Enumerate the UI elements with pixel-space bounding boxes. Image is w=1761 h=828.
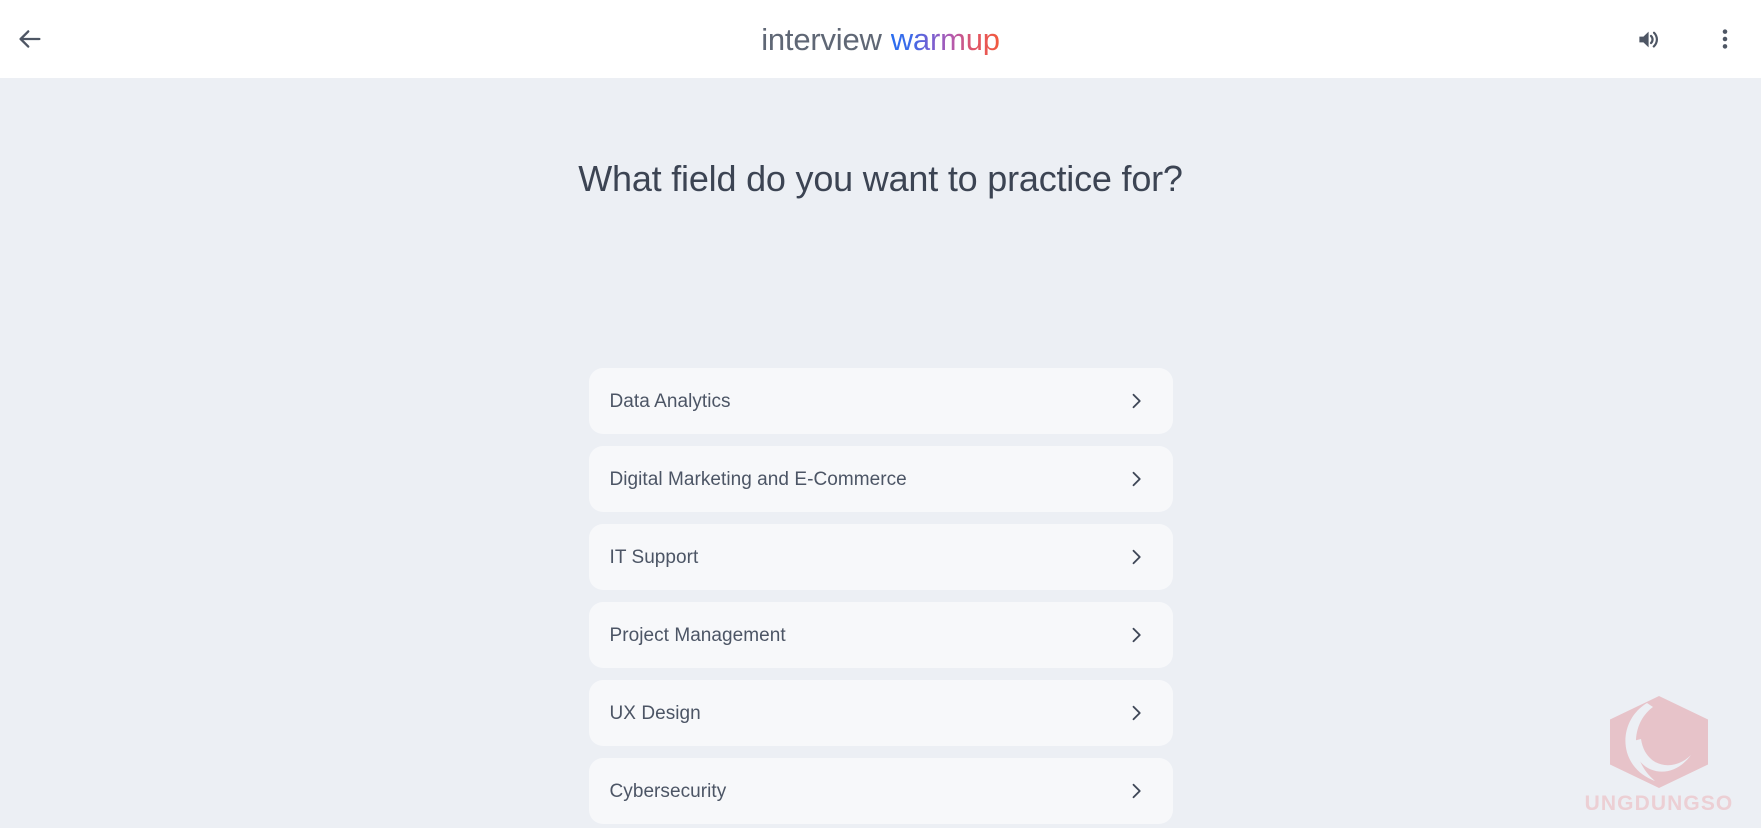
chevron-right-icon <box>1123 778 1149 804</box>
main-content: What field do you want to practice for? … <box>0 78 1761 828</box>
field-option-it-support[interactable]: IT Support <box>588 524 1173 590</box>
top-bar: interview warmup <box>0 0 1761 78</box>
sound-button[interactable] <box>1623 13 1675 65</box>
option-label: Project Management <box>609 624 786 646</box>
more-vert-icon <box>1712 26 1738 52</box>
brand-word-interview: interview <box>761 21 882 57</box>
field-option-data-analytics[interactable]: Data Analytics <box>588 368 1173 434</box>
chevron-right-icon <box>1123 466 1149 492</box>
more-options-button[interactable] <box>1699 13 1751 65</box>
chevron-right-icon <box>1123 622 1149 648</box>
field-option-project-management[interactable]: Project Management <box>588 602 1173 668</box>
option-label: UX Design <box>609 702 701 724</box>
field-options-list: Data Analytics Digital Marketing and E-C… <box>588 368 1173 824</box>
top-bar-right-group <box>1623 0 1751 78</box>
chevron-right-icon <box>1123 700 1149 726</box>
arrow-left-icon <box>16 25 44 53</box>
chevron-right-icon <box>1123 388 1149 414</box>
back-button[interactable] <box>4 13 56 65</box>
hexagon-crescent-logo-icon <box>1603 693 1715 791</box>
watermark: UNGDUNGSO <box>1579 682 1739 814</box>
brand-word-warmup: warmup <box>890 21 1000 57</box>
page-title: What field do you want to practice for? <box>578 158 1183 199</box>
app-root: interview warmup What field do you want … <box>0 0 1761 828</box>
watermark-label: UNGDUNGSO <box>1584 792 1734 815</box>
top-bar-left-group <box>0 0 56 78</box>
option-label: IT Support <box>609 546 699 568</box>
option-label: Data Analytics <box>609 390 731 412</box>
brand-logo: interview warmup <box>0 0 1761 78</box>
chevron-right-icon <box>1123 544 1149 570</box>
volume-up-icon <box>1636 26 1663 53</box>
field-option-ux-design[interactable]: UX Design <box>588 680 1173 746</box>
field-option-cybersecurity[interactable]: Cybersecurity <box>588 758 1173 824</box>
option-label: Cybersecurity <box>609 780 727 802</box>
field-option-digital-marketing-and-e-commerce[interactable]: Digital Marketing and E-Commerce <box>588 446 1173 512</box>
option-label: Digital Marketing and E-Commerce <box>609 468 907 490</box>
brand-text: interview warmup <box>761 24 1000 55</box>
